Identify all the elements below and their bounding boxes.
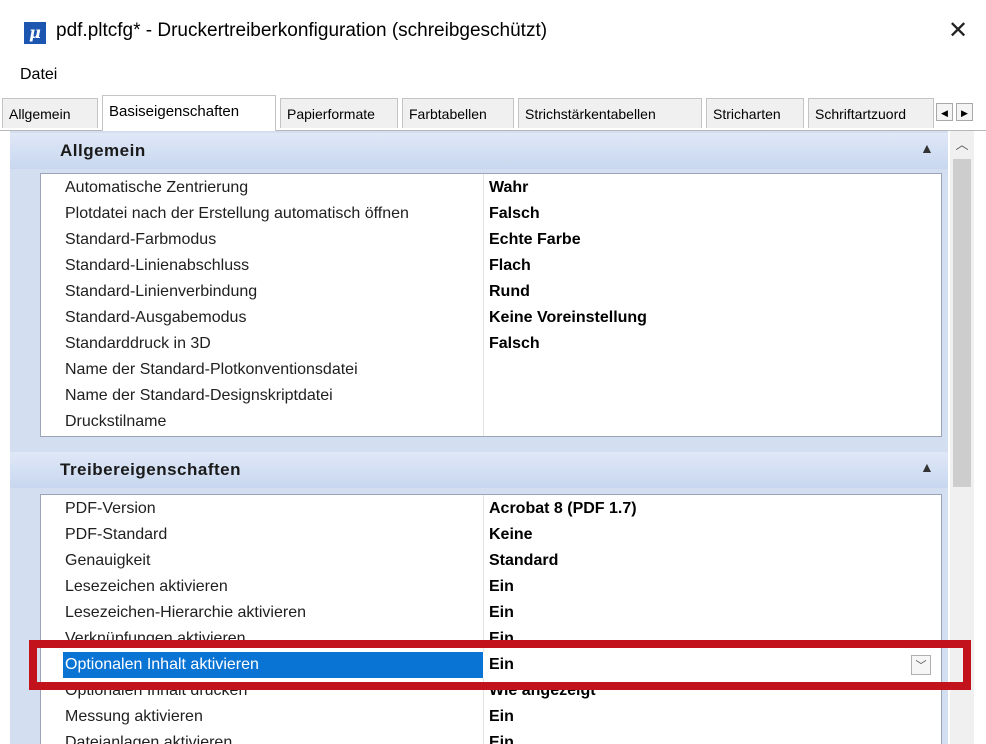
section-header-allgemein[interactable]: Allgemein ▲: [10, 133, 948, 169]
tab-strip: Allgemein Basiseigenschaften Papierforma…: [0, 95, 986, 131]
table-row[interactable]: Plotdatei nach der Erstellung automatisc…: [41, 201, 941, 227]
property-value[interactable]: Keine Voreinstellung: [489, 309, 647, 327]
property-name: Druckstilname: [65, 413, 167, 430]
table-row[interactable]: Druckstilname: [41, 409, 941, 435]
highlight-annotation-box: [29, 640, 971, 690]
property-value[interactable]: Falsch: [489, 205, 540, 223]
table-row[interactable]: Lesezeichen-Hierarchie aktivieren Ein: [41, 600, 941, 626]
property-name: Lesezeichen-Hierarchie aktivieren: [65, 604, 307, 621]
property-name: Name der Standard-Plotkonventionsdatei: [65, 361, 358, 378]
tab-allgemein[interactable]: Allgemein: [2, 98, 98, 128]
window-title: pdf.pltcfg* - Druckertreiberkonfiguratio…: [56, 20, 548, 41]
tab-scroll-right-icon[interactable]: ▶: [956, 103, 973, 121]
property-name: Standarddruck in 3D: [65, 335, 211, 352]
property-value[interactable]: Ein: [489, 708, 514, 726]
property-name: Automatische Zentrierung: [65, 179, 249, 196]
section-title: Allgemein: [60, 141, 146, 160]
property-name: Standard-Ausgabemodus: [65, 309, 247, 326]
table-row[interactable]: Standard-Ausgabemodus Keine Voreinstellun…: [41, 305, 941, 331]
table-row[interactable]: Lesezeichen aktivieren Ein: [41, 574, 941, 600]
tab-farbtabellen[interactable]: Farbtabellen: [402, 98, 514, 128]
table-row[interactable]: Name der Standard-Plotkonventionsdatei: [41, 357, 941, 383]
table-row[interactable]: Standard-Linienverbindung Rund: [41, 279, 941, 305]
property-name: PDF-Standard: [65, 526, 168, 543]
property-value[interactable]: Wahr: [489, 179, 528, 197]
table-row[interactable]: Standard-Farbmodus Echte Farbe: [41, 227, 941, 253]
tab-schriftartzuord[interactable]: Schriftartzuord: [808, 98, 934, 128]
property-value[interactable]: Echte Farbe: [489, 231, 581, 249]
property-value[interactable]: Rund: [489, 283, 530, 301]
table-row[interactable]: Dateianlagen aktivieren Ein: [41, 730, 941, 744]
menu-datei[interactable]: Datei: [20, 66, 57, 84]
menu-bar: [0, 58, 986, 94]
section-title: Treibereigenschaften: [60, 460, 242, 479]
property-value[interactable]: Flach: [489, 257, 531, 275]
property-name: Name der Standard-Designskriptdatei: [65, 387, 333, 404]
tab-stricharten[interactable]: Stricharten: [706, 98, 804, 128]
tab-strichstaerkentabellen[interactable]: Strichstärkentabellen: [518, 98, 702, 128]
property-name: Standard-Farbmodus: [65, 231, 217, 248]
property-name: Lesezeichen aktivieren: [65, 578, 228, 595]
property-grid-treibereigenschaften: PDF-Version Acrobat 8 (PDF 1.7) PDF-Stand…: [40, 494, 942, 744]
table-row[interactable]: PDF-Version Acrobat 8 (PDF 1.7): [41, 496, 941, 522]
property-name: Dateianlagen aktivieren: [65, 734, 233, 744]
property-name: Genauigkeit: [65, 552, 151, 569]
tab-scroll-left-icon[interactable]: ◀: [936, 103, 953, 121]
scrollbar-thumb[interactable]: [953, 159, 971, 487]
collapse-icon[interactable]: ▲: [920, 140, 934, 156]
table-row[interactable]: Name der Standard-Designskriptdatei: [41, 383, 941, 409]
table-row[interactable]: Standarddruck in 3D Falsch: [41, 331, 941, 357]
collapse-icon[interactable]: ▲: [920, 459, 934, 475]
property-name: PDF-Version: [65, 500, 156, 517]
property-value[interactable]: Ein: [489, 604, 514, 622]
tab-papierformate[interactable]: Papierformate: [280, 98, 398, 128]
property-name: Plotdatei nach der Erstellung automatisc…: [65, 205, 409, 222]
table-row[interactable]: Genauigkeit Standard: [41, 548, 941, 574]
property-value[interactable]: Ein: [489, 578, 514, 596]
title-bar: μ pdf.pltcfg* - Druckertreiberkonfigurat…: [0, 0, 986, 58]
section-header-treibereigenschaften[interactable]: Treibereigenschaften ▲: [10, 452, 948, 488]
property-name: Standard-Linienabschluss: [65, 257, 250, 274]
property-value[interactable]: Falsch: [489, 335, 540, 353]
table-row[interactable]: PDF-Standard Keine: [41, 522, 941, 548]
property-name: Messung aktivieren: [65, 708, 203, 725]
table-row[interactable]: Automatische Zentrierung Wahr: [41, 175, 941, 201]
property-value[interactable]: Standard: [489, 552, 558, 570]
app-icon: μ: [24, 22, 46, 44]
property-value[interactable]: Ein: [489, 734, 514, 744]
close-icon[interactable]: ✕: [948, 16, 968, 45]
property-value[interactable]: Keine: [489, 526, 533, 544]
property-grid-allgemein: Automatische Zentrierung Wahr Plotdatei n…: [40, 173, 942, 437]
property-value[interactable]: Acrobat 8 (PDF 1.7): [489, 500, 637, 518]
scroll-up-icon[interactable]: ︿: [950, 133, 974, 157]
tab-basiseigenschaften[interactable]: Basiseigenschaften: [102, 95, 276, 131]
table-row[interactable]: Messung aktivieren Ein: [41, 704, 941, 730]
table-row[interactable]: Standard-Linienabschluss Flach: [41, 253, 941, 279]
property-name: Standard-Linienverbindung: [65, 283, 258, 300]
